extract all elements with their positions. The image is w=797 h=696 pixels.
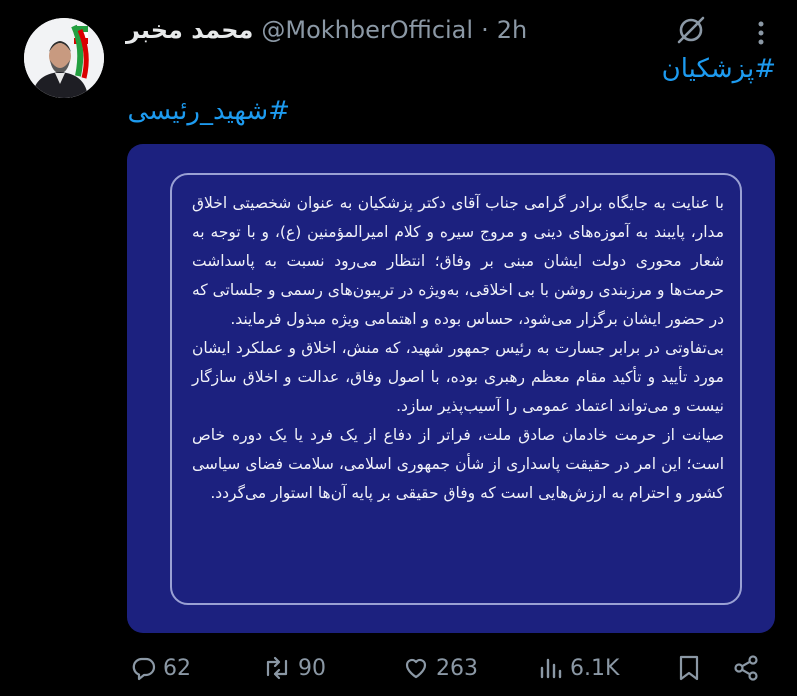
statement-paragraph-1: با عنایت به جایگاه برادر گرامی جناب آقای… [192, 194, 724, 328]
statement-frame: با عنایت به جایگاه برادر گرامی جناب آقای… [170, 173, 742, 605]
tweet-header: محمد مخبر @MokhberOfficial · 2h [126, 10, 527, 50]
views-count: 6.1K [570, 655, 620, 681]
author-display-name[interactable]: محمد مخبر [126, 16, 253, 44]
more-icon[interactable] [746, 18, 776, 48]
repost-button[interactable]: 90 [262, 648, 326, 688]
statement-paragraph-3: صیانت از حرمت خادمان صادق ملت، فراتر از … [192, 426, 724, 502]
reply-count: 62 [163, 655, 191, 681]
like-count: 263 [436, 655, 478, 681]
reply-icon [132, 657, 156, 681]
reply-button[interactable]: 62 [131, 648, 191, 688]
share-icon[interactable] [732, 654, 760, 682]
views-button[interactable]: 6.1K [538, 648, 619, 688]
statement-text: با عنایت به جایگاه برادر گرامی جناب آقای… [192, 189, 724, 508]
tweet-time[interactable]: 2h [497, 16, 527, 44]
repost-icon [266, 656, 288, 680]
hashtag-pezeshkian[interactable]: #پزشکیان [662, 54, 776, 84]
tweet-media-image[interactable]: با عنایت به جایگاه برادر گرامی جناب آقای… [127, 144, 775, 633]
repost-count: 90 [298, 655, 326, 681]
author-handle[interactable]: @MokhberOfficial [261, 16, 473, 44]
views-icon [540, 658, 562, 679]
statement-paragraph-2: بی‌تفاوتی در برابر جسارت به رئیس جمهور ش… [192, 339, 724, 415]
avatar-image [24, 18, 104, 98]
grok-icon[interactable] [674, 13, 708, 47]
heart-icon [405, 658, 427, 679]
header-separator: · [481, 16, 489, 44]
bookmark-icon[interactable] [676, 654, 702, 682]
like-button[interactable]: 263 [402, 648, 478, 688]
hashtag-raisi[interactable]: #شهید_رئیسی [127, 96, 290, 126]
avatar[interactable] [24, 18, 104, 98]
